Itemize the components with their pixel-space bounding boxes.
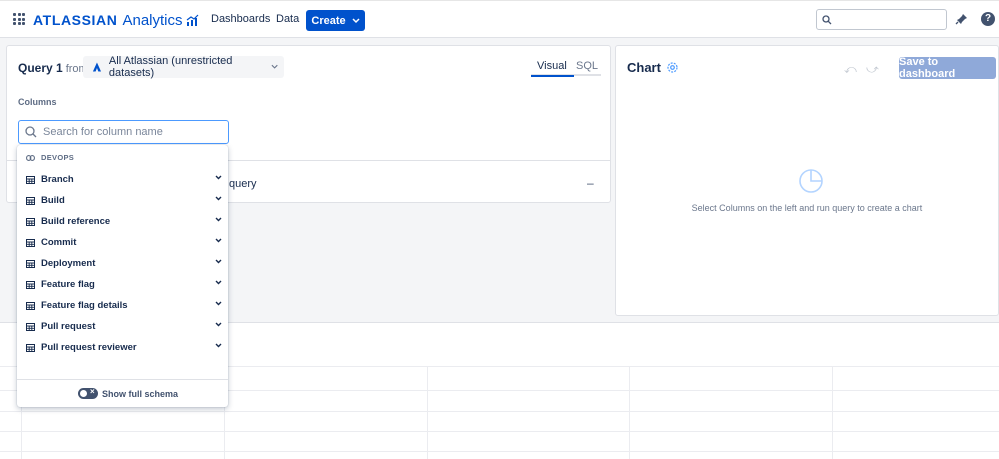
list-item-label: Build reference — [41, 216, 111, 227]
list-item-label: Deployment — [41, 258, 96, 269]
nav-dashboards[interactable]: Dashboards — [211, 13, 270, 25]
nav-data[interactable]: Data — [276, 13, 299, 25]
chevron-down-icon — [215, 175, 222, 180]
table-icon — [26, 175, 35, 184]
search-icon — [25, 126, 37, 138]
table-column-divider — [427, 366, 428, 459]
notifications-icon[interactable] — [955, 13, 968, 26]
table-icon — [26, 196, 35, 205]
table-icon — [26, 280, 35, 289]
top-navigation-bar: ATLASSIAN Analytics Dashboards Data Crea… — [0, 0, 999, 38]
table-row — [0, 451, 999, 452]
list-item-label: Feature flag details — [41, 300, 128, 311]
list-item[interactable]: Feature flag — [17, 274, 228, 295]
table-column-divider — [629, 366, 630, 459]
list-item[interactable]: Branch — [17, 169, 228, 190]
table-row — [0, 411, 999, 412]
chevron-down-icon — [271, 64, 278, 69]
toggle-label: Show full schema — [102, 388, 179, 399]
save-to-dashboard-button[interactable]: Save to dashboard — [899, 56, 996, 80]
query-title: Query 1 from — [18, 61, 88, 75]
list-item-label: Build — [41, 195, 65, 206]
table-icon — [26, 259, 35, 268]
column-search-field[interactable] — [18, 120, 229, 144]
table-icon — [26, 322, 35, 331]
create-button-label: Create — [311, 14, 346, 27]
undo-icon[interactable]: ⤺ — [844, 62, 857, 77]
columns-label: Columns — [18, 97, 57, 107]
table-row — [0, 431, 999, 432]
divider — [17, 379, 228, 380]
toggle-switch[interactable]: × — [78, 387, 98, 399]
chart-empty-message: Select Columns on the left and run query… — [691, 203, 923, 213]
app-switcher-icon[interactable] — [13, 13, 25, 25]
table-icon — [26, 238, 35, 247]
link-icon — [26, 154, 35, 161]
group-name: DEVOPS — [41, 153, 75, 162]
chevron-down-icon — [215, 259, 222, 264]
chevron-down-icon — [215, 301, 222, 306]
list-item[interactable]: Build reference — [17, 211, 228, 232]
list-item[interactable]: Pull request — [17, 316, 228, 337]
list-item-label: Branch — [41, 174, 74, 185]
atlassian-analytics-logo[interactable]: ATLASSIAN Analytics — [33, 11, 199, 29]
list-item[interactable]: Commit — [17, 232, 228, 253]
help-icon[interactable]: ? — [981, 12, 995, 26]
chart-panel: Chart ⤺ ⤻ Save to dashboard Select Colum… — [615, 45, 999, 316]
global-search-input[interactable] — [816, 9, 947, 30]
column-search-input[interactable] — [43, 126, 213, 138]
brand-name: ATLASSIAN — [33, 12, 118, 28]
pie-chart-icon — [799, 169, 823, 193]
query-name[interactable]: Query 1 — [18, 61, 63, 75]
chevron-down-icon — [215, 196, 222, 201]
gear-icon[interactable] — [666, 61, 679, 74]
search-icon — [822, 15, 832, 25]
list-item[interactable]: Pull request reviewer — [17, 337, 228, 358]
collapse-button[interactable]: – — [587, 176, 594, 190]
tab-sql[interactable]: SQL — [576, 60, 598, 72]
list-item[interactable]: Feature flag details — [17, 295, 228, 316]
dataset-selector[interactable]: All Atlassian (unrestricted datasets) — [83, 55, 284, 79]
chevron-down-icon — [215, 322, 222, 327]
list-item-label: Feature flag — [41, 279, 95, 290]
group-header: DEVOPS — [26, 153, 74, 162]
redo-icon[interactable]: ⤻ — [866, 62, 879, 77]
list-item[interactable]: Deployment — [17, 253, 228, 274]
table-icon — [26, 217, 35, 226]
tab-visual[interactable]: Visual — [531, 60, 574, 77]
chart-title: Chart — [627, 60, 661, 75]
chevron-down-icon — [215, 343, 222, 348]
list-item-label: Pull request — [41, 321, 96, 332]
column-picker-dropdown: DEVOPS Branch Build Build reference Comm… — [17, 145, 228, 407]
table-icon — [26, 301, 35, 310]
product-name: Analytics — [122, 11, 183, 29]
chevron-down-icon — [215, 238, 222, 243]
run-query-text: query — [229, 178, 257, 190]
chevron-down-icon — [215, 217, 222, 222]
create-button[interactable]: Create — [306, 10, 365, 31]
analytics-logo-icon — [186, 14, 198, 26]
query-mode-tabs: Visual SQL — [531, 58, 601, 77]
table-column-divider — [832, 366, 833, 459]
chevron-down-icon — [352, 17, 360, 23]
chevron-down-icon — [215, 280, 222, 285]
atlassian-icon — [92, 62, 102, 72]
dataset-name: All Atlassian (unrestricted datasets) — [108, 55, 233, 79]
list-item-label: Pull request reviewer — [41, 342, 137, 353]
list-item[interactable]: Build — [17, 190, 228, 211]
show-full-schema-toggle[interactable]: × Show full schema — [78, 387, 179, 399]
list-item-label: Commit — [41, 237, 77, 248]
table-icon — [26, 343, 35, 352]
